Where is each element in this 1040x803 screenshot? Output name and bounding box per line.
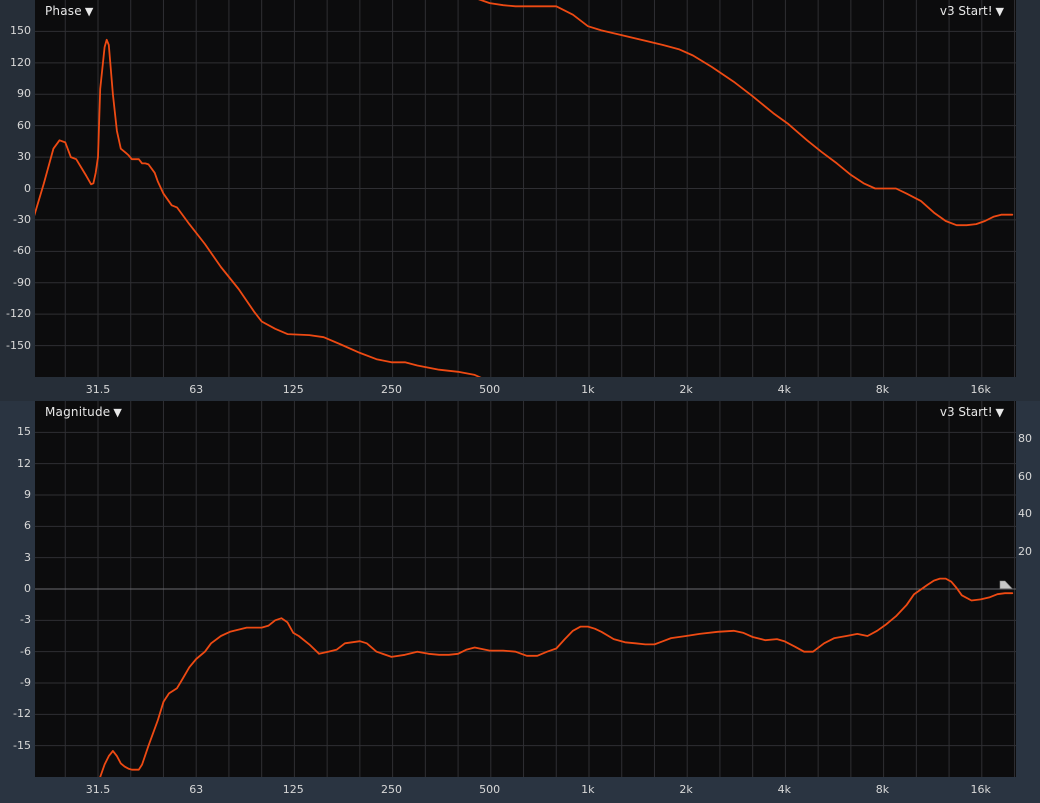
magnitude-x-tick-label: 31.5 <box>85 783 111 796</box>
phase-panel: Phase ▼ v3 Start! ▼ 150 120 90 60 30 0 -30 -60 -90… <box>0 0 1040 401</box>
phase-curve-segment-1 <box>478 0 1014 227</box>
magnitude-y-tick-label: -6 <box>20 644 31 658</box>
magnitude-y2-tick-label: 60 <box>1018 470 1032 483</box>
magnitude-preset-arrow-icon: ▼ <box>995 406 1004 419</box>
magnitude-y-tick-label: -3 <box>20 613 31 627</box>
magnitude-y-tick-label: 0 <box>24 582 31 595</box>
magnitude-y-tick-label: 6 <box>24 519 31 533</box>
magnitude-y2-tick-label: 80 <box>1018 432 1032 445</box>
analyzer-window: Phase ▼ v3 Start! ▼ 150 120 90 60 30 0 -30 -60 -90… <box>0 0 1040 803</box>
phase-x-tick-label: 2k <box>679 383 693 396</box>
magnitude-y2-tick-label: 40 <box>1018 507 1032 520</box>
magnitude-chart <box>35 401 1016 777</box>
magnitude-y-tick-label: 15 <box>17 425 31 439</box>
magnitude-x-tick-label: 500 <box>479 783 501 796</box>
magnitude-x-tick-label: 2k <box>679 783 693 796</box>
phase-x-tick-label: 31.5 <box>85 383 111 396</box>
phase-x-tick-label: 250 <box>380 383 402 396</box>
phase-preset-arrow-icon: ▼ <box>995 5 1004 18</box>
phase-x-tick-label: 125 <box>282 383 304 396</box>
phase-x-tick-label: 63 <box>189 383 204 396</box>
phase-chart <box>35 0 1016 377</box>
magnitude-x-tick-label: 4k <box>777 783 791 796</box>
phase-y-tick-label: -120 <box>6 307 31 321</box>
phase-x-tick-label: 4k <box>777 383 791 396</box>
magnitude-panel: Magnitude ▼ v3 Start! ▼ 15 12 9 6 3 0 -3 -6 -9 -12-… <box>0 401 1040 803</box>
magnitude-y-tick-label: 9 <box>24 488 31 501</box>
phase-preset-dropdown[interactable]: v3 Start! ▼ <box>940 4 1004 18</box>
magnitude-y-tick-label: 3 <box>24 550 31 564</box>
phase-y-tick-label: 120 <box>10 55 31 69</box>
phase-y-tick-label: 60 <box>17 118 31 132</box>
magnitude-y2-tick-label: 20 <box>1018 545 1032 558</box>
phase-x-tick-label: 500 <box>479 383 501 396</box>
magnitude-x-tick-label: 16k <box>970 783 991 796</box>
magnitude-view-dropdown[interactable]: Magnitude ▼ <box>45 405 122 419</box>
phase-y-tick-label: 90 <box>17 87 31 101</box>
phase-y-tick-label: -90 <box>13 275 31 289</box>
magnitude-dropdown-arrow-icon: ▼ <box>113 406 123 419</box>
magnitude-y-tick-label: -15 <box>13 738 31 752</box>
phase-preset-label: v3 Start! <box>939 4 993 18</box>
phase-y-tick-label: 150 <box>10 24 31 38</box>
magnitude-y-tick-label: -9 <box>20 676 31 689</box>
zero-line-handle-icon[interactable] <box>999 580 1013 589</box>
magnitude-x-tick-label: 8k <box>875 783 890 796</box>
magnitude-x-tick-label: 125 <box>282 783 304 796</box>
phase-y-tick-label: 30 <box>17 150 31 164</box>
phase-plot-area[interactable]: Phase ▼ v3 Start! ▼ <box>35 0 1016 377</box>
magnitude-title: Magnitude <box>45 405 111 419</box>
grid <box>35 401 1016 777</box>
magnitude-x-tick-label: 250 <box>380 783 402 796</box>
magnitude-preset-label: v3 Start! <box>939 405 993 419</box>
phase-x-tick-label: 16k <box>970 383 991 396</box>
phase-y-tick-label: 0 <box>24 181 31 195</box>
magnitude-y-tick-label: 12 <box>17 456 31 470</box>
magnitude-plot-area[interactable]: Magnitude ▼ v3 Start! ▼ <box>35 401 1016 777</box>
phase-title: Phase <box>45 4 82 18</box>
grid <box>35 0 1016 377</box>
phase-dropdown-arrow-icon: ▼ <box>84 5 94 18</box>
phase-x-tick-label: 1k <box>581 383 595 396</box>
phase-curve-segment-0 <box>35 38 482 377</box>
magnitude-y-tick-label: -12 <box>13 707 31 721</box>
phase-y-tick-label: -30 <box>13 212 31 226</box>
magnitude-x-tick-label: 1k <box>581 783 595 796</box>
phase-x-tick-label: 8k <box>875 383 890 396</box>
phase-y-tick-label: -150 <box>6 338 31 352</box>
phase-view-dropdown[interactable]: Phase ▼ <box>45 4 94 18</box>
magnitude-preset-dropdown[interactable]: v3 Start! ▼ <box>940 405 1004 419</box>
phase-y-tick-label: -60 <box>13 244 31 258</box>
magnitude-x-tick-label: 63 <box>189 783 204 796</box>
